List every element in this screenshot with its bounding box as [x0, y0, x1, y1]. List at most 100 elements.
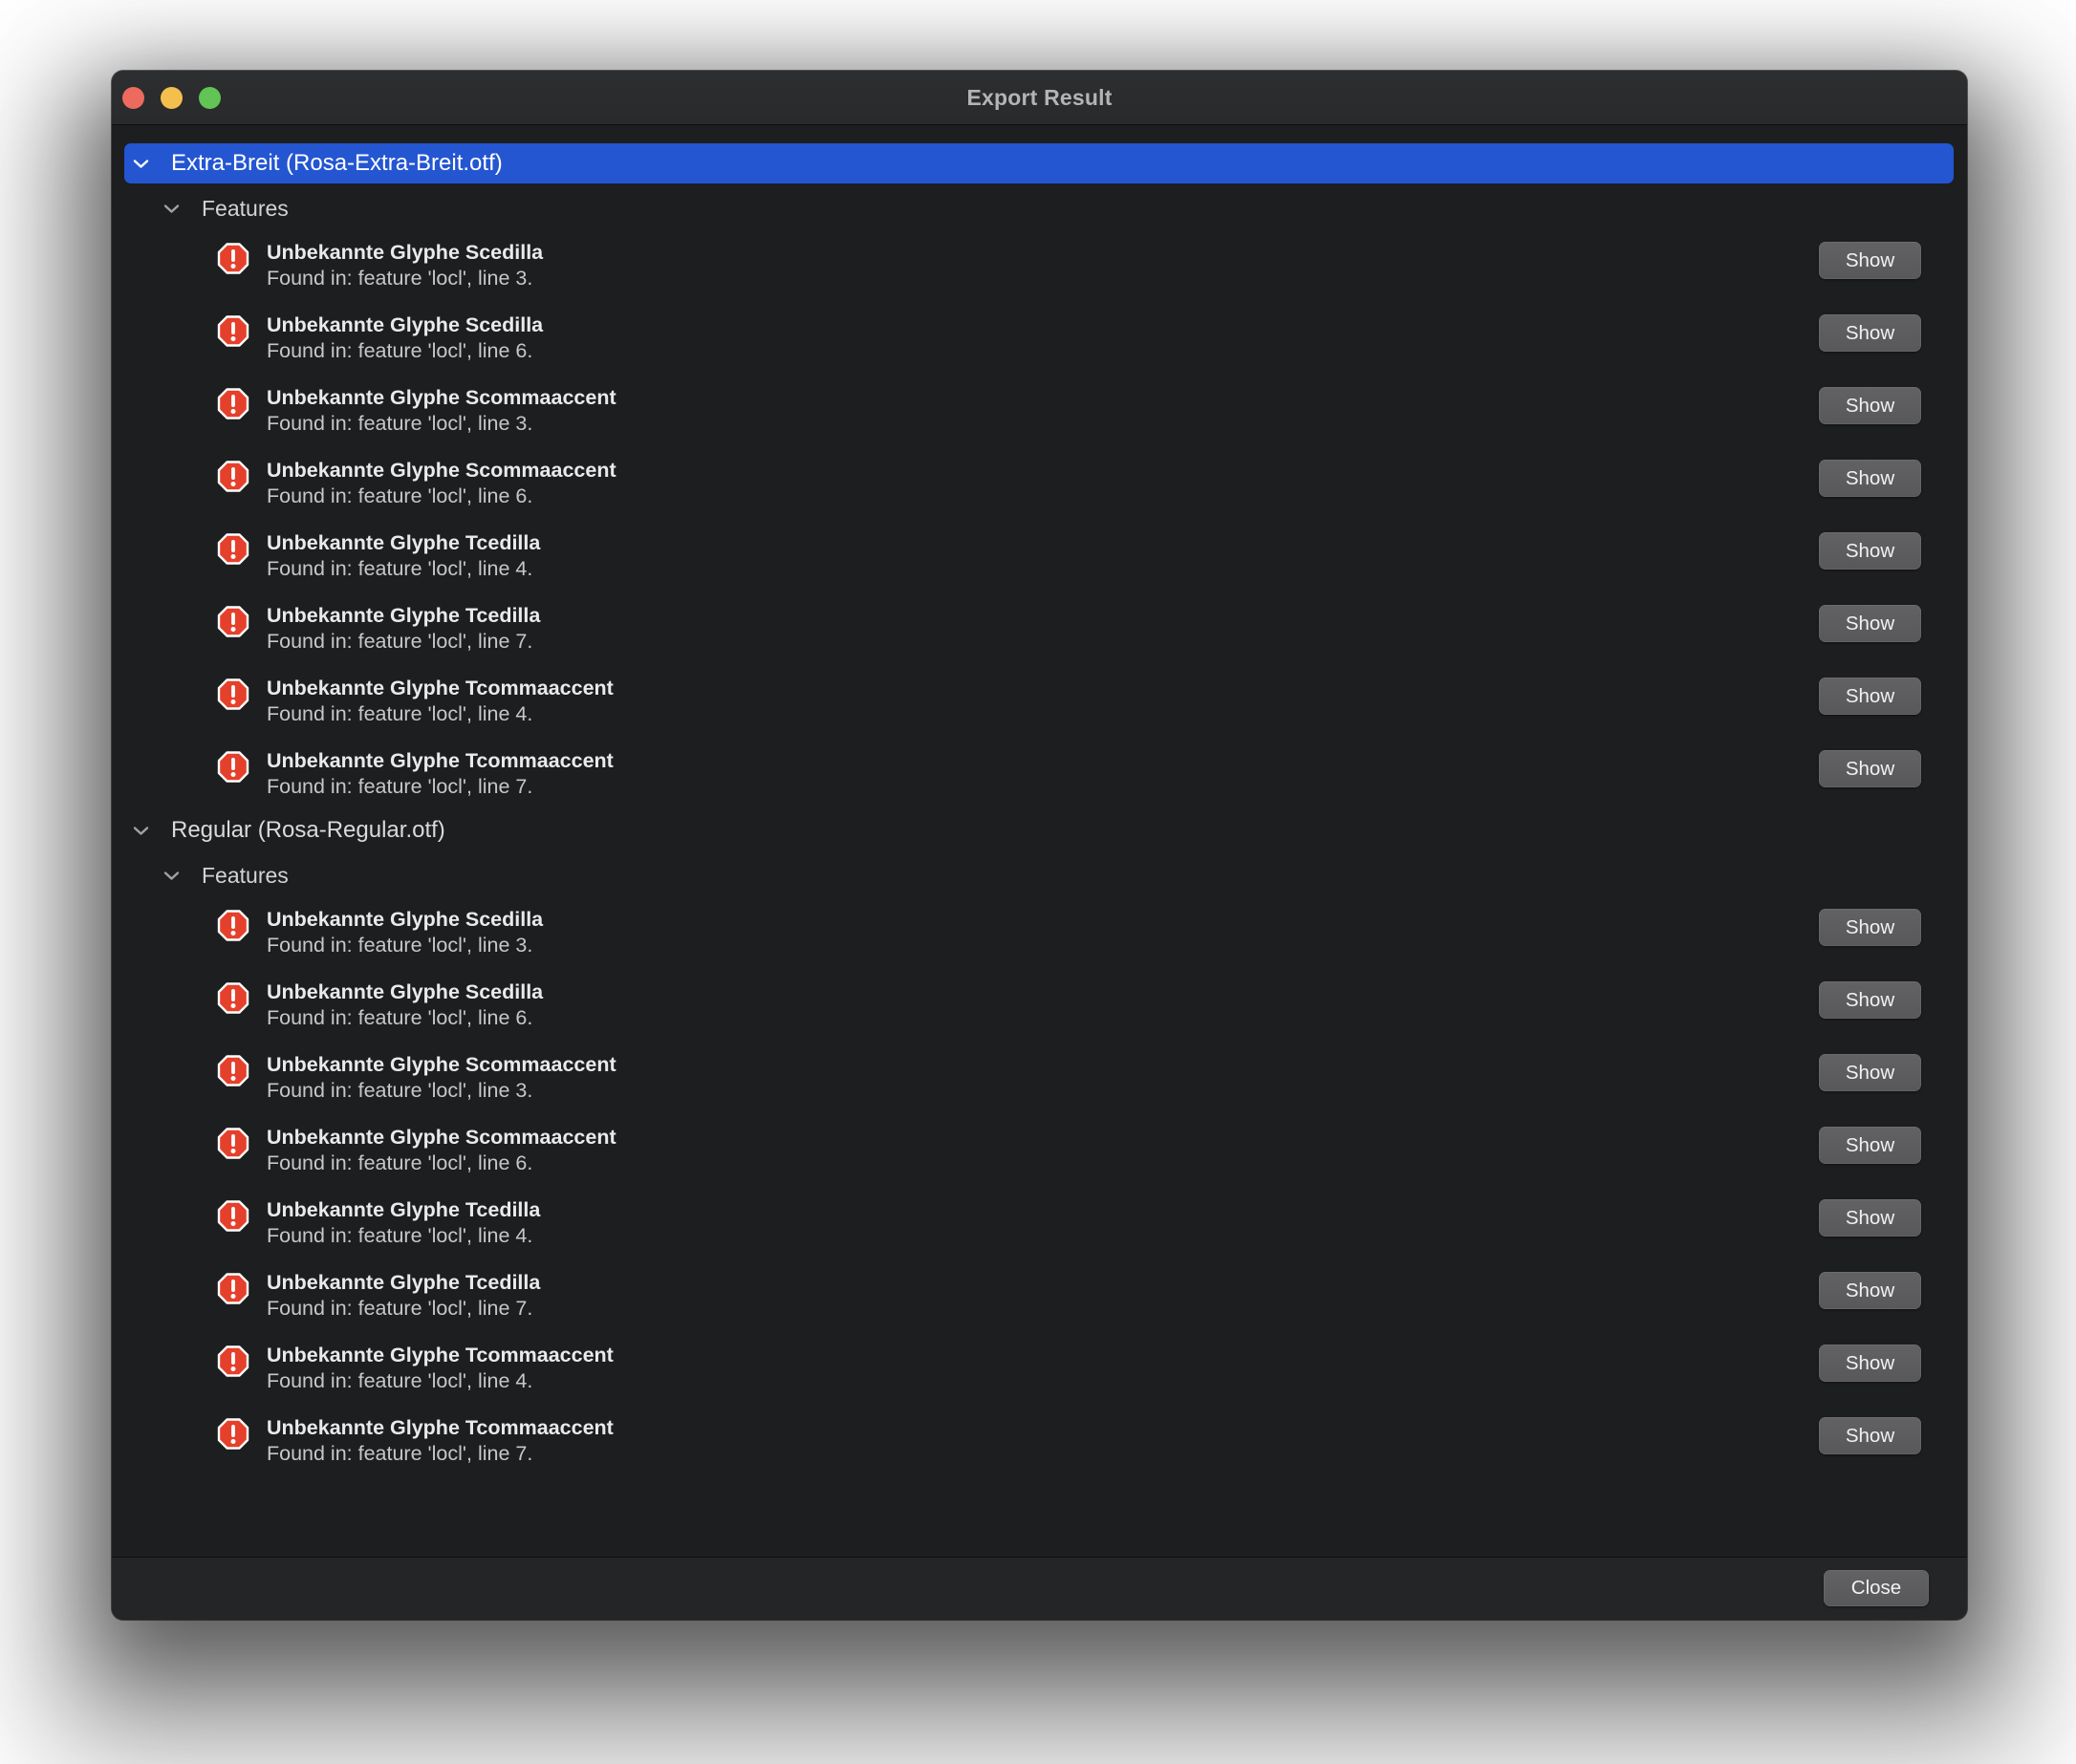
- warning-title: Unbekannte Glyphe Scedilla: [267, 906, 543, 933]
- show-button[interactable]: Show: [1819, 460, 1921, 497]
- warning-row: Unbekannte Glyphe Scommaaccent Found in:…: [124, 1051, 1954, 1107]
- warning-octagon-icon: [217, 1417, 249, 1452]
- warning-title: Unbekannte Glyphe Scedilla: [267, 239, 543, 266]
- show-button[interactable]: Show: [1819, 314, 1921, 352]
- show-button[interactable]: Show: [1819, 1345, 1921, 1382]
- warning-octagon-icon: [217, 1272, 249, 1306]
- warning-octagon-icon: [217, 1199, 249, 1234]
- warning-text: Unbekannte Glyphe Scedilla Found in: fea…: [267, 312, 543, 364]
- window-title: Export Result: [112, 85, 1967, 111]
- warning-text: Unbekannte Glyphe Tcedilla Found in: fea…: [267, 529, 540, 582]
- warning-text: Unbekannte Glyphe Tcommaaccent Found in:…: [267, 747, 614, 800]
- window-titlebar[interactable]: Export Result: [112, 71, 1967, 125]
- warning-octagon-icon: [217, 242, 249, 276]
- warning-detail: Found in: feature 'locl', line 6.: [267, 484, 616, 509]
- warning-row: Unbekannte Glyphe Scedilla Found in: fea…: [124, 979, 1954, 1034]
- warning-row: Unbekannte Glyphe Tcommaaccent Found in:…: [124, 747, 1954, 803]
- show-button[interactable]: Show: [1819, 1417, 1921, 1454]
- warning-detail: Found in: feature 'locl', line 4.: [267, 701, 614, 727]
- font-section: Regular (Rosa-Regular.otf) Features Unbe…: [112, 810, 1967, 1470]
- warning-text: Unbekannte Glyphe Tcommaaccent Found in:…: [267, 1342, 614, 1394]
- warning-detail: Found in: feature 'locl', line 6.: [267, 338, 543, 364]
- warning-detail: Found in: feature 'locl', line 7.: [267, 1296, 540, 1322]
- show-button[interactable]: Show: [1819, 909, 1921, 946]
- warning-row: Unbekannte Glyphe Tcommaaccent Found in:…: [124, 675, 1954, 730]
- warning-title: Unbekannte Glyphe Scommaaccent: [267, 384, 616, 411]
- warning-list: Unbekannte Glyphe Scedilla Found in: fea…: [112, 239, 1967, 803]
- warning-title: Unbekannte Glyphe Tcedilla: [267, 529, 540, 556]
- warning-title: Unbekannte Glyphe Scedilla: [267, 979, 543, 1005]
- export-result-content: Extra-Breit (Rosa-Extra-Breit.otf) Featu…: [112, 125, 1967, 1557]
- warning-title: Unbekannte Glyphe Scedilla: [267, 312, 543, 338]
- warning-title: Unbekannte Glyphe Tcommaaccent: [267, 1414, 614, 1441]
- warning-detail: Found in: feature 'locl', line 4.: [267, 556, 540, 582]
- warning-text: Unbekannte Glyphe Scommaaccent Found in:…: [267, 384, 616, 437]
- chevron-down-icon[interactable]: [162, 204, 180, 214]
- warning-title: Unbekannte Glyphe Tcommaaccent: [267, 1342, 614, 1368]
- warning-octagon-icon: [217, 1127, 249, 1161]
- warning-text: Unbekannte Glyphe Scommaaccent Found in:…: [267, 1124, 616, 1176]
- show-button[interactable]: Show: [1819, 1199, 1921, 1237]
- minimize-window-button[interactable]: [161, 87, 183, 109]
- warning-text: Unbekannte Glyphe Scedilla Found in: fea…: [267, 979, 543, 1031]
- chevron-down-icon[interactable]: [132, 159, 149, 169]
- features-group-header[interactable]: Features: [124, 855, 1954, 895]
- warning-row: Unbekannte Glyphe Scedilla Found in: fea…: [124, 239, 1954, 294]
- show-button[interactable]: Show: [1819, 1127, 1921, 1164]
- chevron-down-icon[interactable]: [162, 871, 180, 881]
- warning-text: Unbekannte Glyphe Tcommaaccent Found in:…: [267, 1414, 614, 1467]
- warning-detail: Found in: feature 'locl', line 7.: [267, 1441, 614, 1467]
- warning-row: Unbekannte Glyphe Tcedilla Found in: fea…: [124, 1269, 1954, 1324]
- show-button[interactable]: Show: [1819, 532, 1921, 570]
- show-button[interactable]: Show: [1819, 750, 1921, 787]
- warning-row: Unbekannte Glyphe Tcommaaccent Found in:…: [124, 1414, 1954, 1470]
- warning-detail: Found in: feature 'locl', line 4.: [267, 1368, 614, 1394]
- features-group-label: Features: [202, 863, 289, 889]
- warning-octagon-icon: [217, 314, 249, 349]
- warning-detail: Found in: feature 'locl', line 3.: [267, 266, 543, 291]
- warning-title: Unbekannte Glyphe Tcedilla: [267, 1269, 540, 1296]
- warning-octagon-icon: [217, 909, 249, 943]
- warning-title: Unbekannte Glyphe Tcommaaccent: [267, 675, 614, 701]
- font-section-label: Regular (Rosa-Regular.otf): [171, 817, 445, 844]
- warning-row: Unbekannte Glyphe Scommaaccent Found in:…: [124, 384, 1954, 440]
- warning-row: Unbekannte Glyphe Scedilla Found in: fea…: [124, 312, 1954, 367]
- show-button[interactable]: Show: [1819, 678, 1921, 715]
- warning-octagon-icon: [217, 1054, 249, 1088]
- features-group-header[interactable]: Features: [124, 188, 1954, 228]
- warning-octagon-icon: [217, 750, 249, 785]
- warning-text: Unbekannte Glyphe Scommaaccent Found in:…: [267, 1051, 616, 1104]
- warning-detail: Found in: feature 'locl', line 6.: [267, 1005, 543, 1031]
- warning-row: Unbekannte Glyphe Tcedilla Found in: fea…: [124, 529, 1954, 585]
- chevron-down-icon[interactable]: [132, 826, 149, 836]
- warning-octagon-icon: [217, 1345, 249, 1379]
- warning-title: Unbekannte Glyphe Tcedilla: [267, 602, 540, 629]
- warning-row: Unbekannte Glyphe Tcedilla Found in: fea…: [124, 1196, 1954, 1252]
- close-button[interactable]: Close: [1824, 1570, 1929, 1606]
- warning-octagon-icon: [217, 387, 249, 421]
- warning-text: Unbekannte Glyphe Tcedilla Found in: fea…: [267, 602, 540, 655]
- zoom-window-button[interactable]: [199, 87, 221, 109]
- warning-text: Unbekannte Glyphe Scedilla Found in: fea…: [267, 239, 543, 291]
- show-button[interactable]: Show: [1819, 1054, 1921, 1091]
- warning-title: Unbekannte Glyphe Scommaaccent: [267, 457, 616, 484]
- font-section-header[interactable]: Regular (Rosa-Regular.otf): [124, 810, 1954, 850]
- warning-row: Unbekannte Glyphe Scommaaccent Found in:…: [124, 457, 1954, 512]
- features-group-label: Features: [202, 196, 289, 222]
- traffic-lights: [122, 87, 221, 109]
- show-button[interactable]: Show: [1819, 605, 1921, 642]
- show-button[interactable]: Show: [1819, 387, 1921, 424]
- font-section-label: Extra-Breit (Rosa-Extra-Breit.otf): [171, 150, 503, 177]
- show-button[interactable]: Show: [1819, 981, 1921, 1019]
- warning-title: Unbekannte Glyphe Scommaaccent: [267, 1124, 616, 1151]
- warning-octagon-icon: [217, 605, 249, 639]
- warning-row: Unbekannte Glyphe Tcedilla Found in: fea…: [124, 602, 1954, 657]
- font-section-header[interactable]: Extra-Breit (Rosa-Extra-Breit.otf): [124, 143, 1954, 183]
- warning-title: Unbekannte Glyphe Tcedilla: [267, 1196, 540, 1223]
- close-window-button[interactable]: [122, 87, 144, 109]
- warning-text: Unbekannte Glyphe Tcedilla Found in: fea…: [267, 1269, 540, 1322]
- show-button[interactable]: Show: [1819, 242, 1921, 279]
- warning-row: Unbekannte Glyphe Scommaaccent Found in:…: [124, 1124, 1954, 1179]
- show-button[interactable]: Show: [1819, 1272, 1921, 1309]
- warning-octagon-icon: [217, 981, 249, 1016]
